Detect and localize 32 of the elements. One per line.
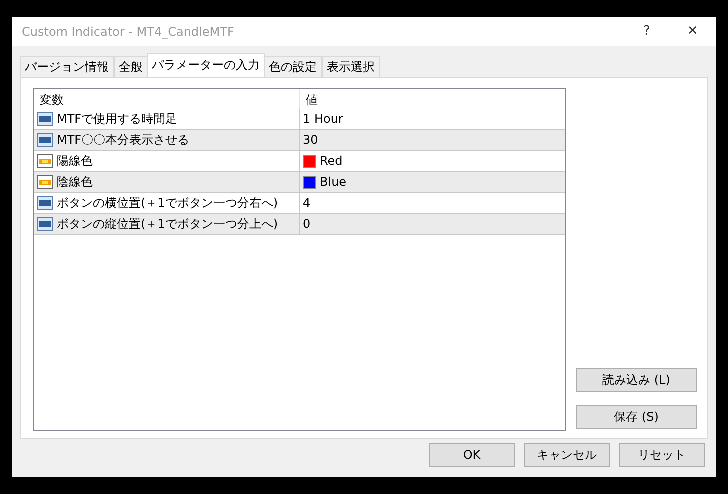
ok-button[interactable]: OK: [429, 443, 515, 467]
color-icon: [37, 154, 53, 168]
tab[interactable]: バージョン情報: [20, 56, 114, 77]
parameter-name: MTFで使用する時間足: [57, 110, 178, 128]
tab[interactable]: パラメーターの入力: [147, 53, 265, 77]
parameter-value: 4: [303, 196, 311, 210]
color-icon: [37, 175, 53, 189]
number-icon: [37, 112, 53, 126]
parameter-name: 陽線色: [57, 152, 93, 170]
parameter-value: 1 Hour: [303, 112, 344, 126]
tab[interactable]: 表示選択: [322, 56, 380, 77]
reset-button[interactable]: リセット: [619, 443, 705, 467]
help-button[interactable]: ?: [624, 17, 670, 46]
save-button[interactable]: 保存 (S): [576, 405, 697, 429]
parameter-value: 0: [303, 217, 311, 231]
number-icon: [37, 196, 53, 210]
parameter-name: MTF〇〇本分表示させる: [57, 132, 190, 148]
parameter-name: 陰線色: [57, 174, 93, 190]
number-icon: [37, 217, 53, 231]
parameter-value: Blue: [320, 175, 347, 189]
tab[interactable]: 色の設定: [264, 56, 322, 77]
number-icon: [37, 133, 53, 147]
cancel-button[interactable]: キャンセル: [524, 443, 610, 467]
parameter-value: 30: [303, 133, 318, 147]
column-header: 値: [305, 92, 319, 108]
parameter-value: Red: [320, 154, 343, 168]
parameter-name: ボタンの横位置(＋1でボタン一つ分右へ): [57, 194, 278, 212]
close-button[interactable]: ✕: [670, 17, 716, 46]
tab[interactable]: 全般: [114, 56, 148, 77]
window-title: Custom Indicator - MT4_CandleMTF: [22, 24, 236, 38]
parameter-name: ボタンの縦位置(＋1でボタン一つ分上へ): [57, 216, 278, 232]
load-button[interactable]: 読み込み (L): [576, 368, 697, 392]
